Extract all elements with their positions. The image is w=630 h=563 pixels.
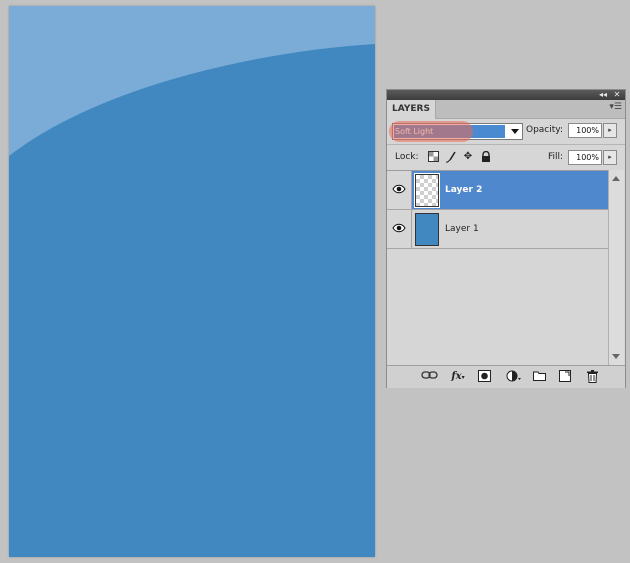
opacity-input[interactable]: 100%: [568, 123, 602, 138]
opacity-label: Opacity:: [526, 125, 563, 135]
layer-name: Layer 2: [445, 185, 483, 195]
adjustment-layer-icon[interactable]: [505, 370, 521, 384]
fill-input[interactable]: 100%: [568, 150, 602, 165]
close-panel-icon[interactable]: ✕: [611, 90, 623, 100]
layer-thumbnail: [415, 213, 439, 246]
lock-row: Lock: ✥ Fill: 100% ▸: [387, 144, 625, 170]
panel-titlebar[interactable]: ◂◂ ✕: [387, 90, 625, 100]
layer-name: Layer 1: [445, 224, 479, 234]
opacity-slider-arrow-icon[interactable]: ▸: [603, 123, 617, 138]
fx-icon[interactable]: fx▾: [449, 370, 467, 384]
layer-row-layer-1[interactable]: Layer 1: [387, 210, 608, 249]
add-mask-icon[interactable]: [477, 370, 491, 384]
blend-row: Soft Light Opacity: 100% ▸: [387, 119, 625, 144]
layers-scrollbar[interactable]: [608, 170, 624, 365]
lock-brush-icon[interactable]: [445, 151, 457, 163]
layer-thumbnail: [414, 173, 440, 208]
fill-label: Fill:: [548, 152, 564, 162]
layers-list: Layer 2 Layer 1: [387, 170, 608, 366]
scroll-down-icon[interactable]: [612, 354, 620, 359]
visibility-eye-icon[interactable]: [387, 210, 412, 248]
new-layer-icon[interactable]: [558, 370, 572, 384]
delete-layer-icon[interactable]: [585, 370, 599, 384]
blend-mode-select[interactable]: Soft Light: [389, 121, 523, 142]
panel-menu-icon[interactable]: ▾☰: [609, 102, 622, 112]
collapse-panel-icon[interactable]: ◂◂: [597, 90, 609, 100]
link-layers-icon[interactable]: [421, 370, 439, 384]
tab-layers[interactable]: LAYERS: [387, 100, 436, 119]
layer-row-layer-2[interactable]: Layer 2: [387, 171, 608, 210]
panel-tabbar: LAYERS ▾☰: [387, 100, 625, 119]
blend-mode-value: Soft Light: [395, 127, 434, 136]
lock-all-icon[interactable]: [480, 150, 492, 163]
lock-transparent-icon[interactable]: [427, 151, 439, 163]
scroll-up-icon[interactable]: [612, 176, 620, 181]
fill-slider-arrow-icon[interactable]: ▸: [603, 150, 617, 165]
document-canvas[interactable]: [9, 6, 375, 557]
new-group-icon[interactable]: [532, 370, 546, 384]
layers-panel: ◂◂ ✕ LAYERS ▾☰ Soft Light Opacity: 100% …: [386, 89, 626, 388]
canvas-artwork: [9, 6, 375, 557]
layers-bottom-toolbar: fx▾: [387, 365, 625, 388]
lock-label: Lock:: [395, 152, 419, 162]
chevron-down-icon[interactable]: [511, 129, 519, 134]
visibility-eye-icon[interactable]: [387, 171, 412, 209]
lock-move-icon[interactable]: ✥: [462, 151, 474, 163]
